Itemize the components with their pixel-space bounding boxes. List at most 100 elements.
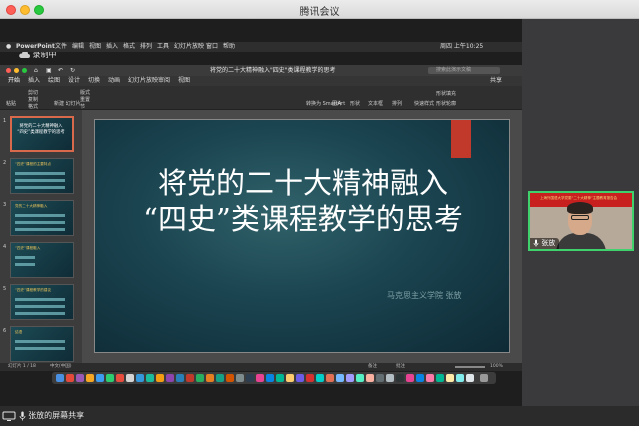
app-icon[interactable] bbox=[396, 374, 404, 382]
tab-insert[interactable]: 插入 bbox=[28, 76, 40, 86]
app-icon[interactable] bbox=[426, 374, 434, 382]
app-icon[interactable] bbox=[256, 374, 264, 382]
zoom-slider[interactable] bbox=[455, 366, 485, 368]
search-input[interactable]: 搜索此演示文稿 bbox=[428, 67, 500, 74]
format-painter-button[interactable]: 格式 bbox=[28, 103, 38, 110]
app-icon[interactable] bbox=[116, 374, 124, 382]
app-icon[interactable] bbox=[286, 374, 294, 382]
menubar-clock[interactable]: 周四 上午10:25 bbox=[440, 42, 483, 52]
tab-draw[interactable]: 绘图 bbox=[48, 76, 60, 86]
ppt-close-button[interactable] bbox=[6, 68, 11, 73]
menu-help[interactable]: 帮助 bbox=[223, 42, 235, 52]
tab-transitions[interactable]: 切换 bbox=[88, 76, 100, 86]
tab-view[interactable]: 视图 bbox=[178, 76, 190, 86]
menu-view[interactable]: 视图 bbox=[89, 42, 101, 52]
app-icon[interactable] bbox=[196, 374, 204, 382]
app-icon[interactable] bbox=[206, 374, 214, 382]
menu-file[interactable]: 文件 bbox=[55, 42, 67, 52]
app-icon[interactable] bbox=[246, 374, 254, 382]
textbox-button[interactable]: 文本框 bbox=[368, 100, 383, 107]
ppt-minimize-button[interactable] bbox=[14, 68, 19, 73]
quick-style-button[interactable]: 快速样式 bbox=[414, 100, 434, 107]
language-indicator[interactable]: 中文(中国) bbox=[50, 363, 72, 371]
new-slide-button[interactable]: 新建 幻灯片 bbox=[54, 100, 81, 107]
app-icon[interactable] bbox=[346, 374, 354, 382]
shape-button[interactable]: 形状 bbox=[350, 100, 360, 107]
app-icon[interactable] bbox=[386, 374, 394, 382]
app-icon[interactable] bbox=[366, 374, 374, 382]
shape-fill-button[interactable]: 形状填充 bbox=[436, 90, 456, 97]
main-slide[interactable]: 将党的二十大精神融入 “四史”类课程教学的思考 马克思主义学院 张放 bbox=[94, 119, 510, 353]
slide-thumbnail[interactable]: “四史”课程的主要特点 bbox=[10, 158, 74, 194]
app-icon[interactable] bbox=[156, 374, 164, 382]
app-icon[interactable] bbox=[416, 374, 424, 382]
finder-icon[interactable] bbox=[56, 374, 64, 382]
undo-icon[interactable]: ↶ bbox=[58, 65, 63, 76]
menu-window[interactable]: 窗口 bbox=[206, 42, 218, 52]
shape-outline-button[interactable]: 形状轮廓 bbox=[436, 100, 456, 107]
tab-home[interactable]: 开始 bbox=[8, 76, 20, 86]
app-icon[interactable] bbox=[186, 374, 194, 382]
app-icon[interactable] bbox=[306, 374, 314, 382]
app-icon[interactable] bbox=[456, 374, 464, 382]
app-icon[interactable] bbox=[66, 374, 74, 382]
app-icon[interactable] bbox=[446, 374, 454, 382]
arrange-button[interactable]: 排列 bbox=[392, 100, 402, 107]
menu-slideshow[interactable]: 幻灯片放映 bbox=[174, 42, 204, 52]
participant-video-tile[interactable]: 上海外国语大学党委“二十大精神”主题教育报告会 张放 bbox=[528, 191, 634, 251]
menu-arrange[interactable]: 排列 bbox=[140, 42, 152, 52]
app-icon[interactable] bbox=[436, 374, 444, 382]
app-icon[interactable] bbox=[176, 374, 184, 382]
save-icon[interactable]: ▣ bbox=[46, 65, 52, 76]
app-icon[interactable] bbox=[296, 374, 304, 382]
app-icon[interactable] bbox=[356, 374, 364, 382]
layout-button[interactable]: 版式 bbox=[80, 89, 90, 96]
slide-thumbnail[interactable]: “四史”课程教学的建议 bbox=[10, 284, 74, 320]
home-icon[interactable]: ⌂ bbox=[34, 65, 38, 76]
slide-thumbnail[interactable]: “四史”课程融入 bbox=[10, 242, 74, 278]
tab-slideshow[interactable]: 幻灯片放映 bbox=[128, 76, 158, 86]
app-icon[interactable] bbox=[226, 374, 234, 382]
picture-button[interactable]: 图片 bbox=[332, 100, 342, 107]
app-icon[interactable] bbox=[76, 374, 84, 382]
slide-thumbnail[interactable]: 将党的二十大精神融入 “四史”类课程教学的思考 bbox=[10, 116, 74, 152]
safari-icon[interactable] bbox=[96, 374, 104, 382]
slide-thumbnail[interactable]: 结语 bbox=[10, 326, 74, 362]
menu-edit[interactable]: 编辑 bbox=[72, 42, 84, 52]
tab-review[interactable]: 审阅 bbox=[158, 76, 170, 86]
screen-share-indicator[interactable]: 张放的屏幕共享 bbox=[2, 410, 84, 422]
tab-design[interactable]: 设计 bbox=[68, 76, 80, 86]
app-icon[interactable] bbox=[406, 374, 414, 382]
app-icon[interactable] bbox=[276, 374, 284, 382]
app-icon[interactable] bbox=[106, 374, 114, 382]
share-button[interactable]: 共享 bbox=[490, 76, 502, 86]
apple-icon[interactable]: ● bbox=[6, 42, 11, 52]
app-icon[interactable] bbox=[326, 374, 334, 382]
menubar-app-name[interactable]: PowerPoint bbox=[16, 42, 55, 52]
slide-thumbnail[interactable]: 党的二十大精神融入 bbox=[10, 200, 74, 236]
paste-button[interactable]: 粘贴 bbox=[6, 100, 16, 107]
app-icon[interactable] bbox=[216, 374, 224, 382]
notes-button[interactable]: 备注 bbox=[368, 363, 377, 371]
tab-animations[interactable]: 动画 bbox=[108, 76, 120, 86]
app-icon[interactable] bbox=[86, 374, 94, 382]
app-icon[interactable] bbox=[236, 374, 244, 382]
app-icon[interactable] bbox=[266, 374, 274, 382]
app-icon[interactable] bbox=[376, 374, 384, 382]
app-icon[interactable] bbox=[166, 374, 174, 382]
app-icon[interactable] bbox=[136, 374, 144, 382]
ppt-zoom-button[interactable] bbox=[22, 68, 27, 73]
reset-button[interactable]: 重置 bbox=[80, 96, 90, 103]
section-button[interactable]: 节 bbox=[80, 103, 85, 110]
app-icon[interactable] bbox=[336, 374, 344, 382]
copy-button[interactable]: 复制 bbox=[28, 96, 38, 103]
app-icon[interactable] bbox=[146, 374, 154, 382]
app-icon[interactable] bbox=[316, 374, 324, 382]
cut-button[interactable]: 剪切 bbox=[28, 89, 38, 96]
redo-icon[interactable]: ↻ bbox=[70, 65, 75, 76]
app-icon[interactable] bbox=[466, 374, 474, 382]
menu-format[interactable]: 格式 bbox=[123, 42, 135, 52]
trash-icon[interactable] bbox=[480, 374, 488, 382]
menu-tools[interactable]: 工具 bbox=[157, 42, 169, 52]
menu-insert[interactable]: 插入 bbox=[106, 42, 118, 52]
